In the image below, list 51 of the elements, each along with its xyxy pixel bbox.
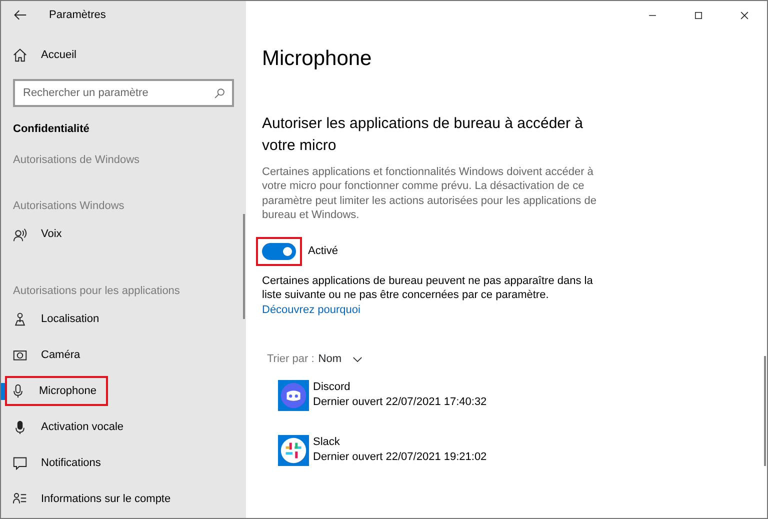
nav-label: Activation vocale (41, 420, 124, 435)
app-list-item[interactable]: Discord Dernier ouvert 22/07/2021 17:40:32 (278, 380, 767, 410)
sidebar-nav-item[interactable]: Activation vocale (1, 409, 246, 445)
voice-icon (13, 228, 27, 242)
hash-logo-icon (278, 434, 309, 466)
home-icon (13, 48, 27, 62)
sidebar-nav-item[interactable]: Localisation (1, 301, 246, 337)
section-title: Autoriser les applications de bureau à accéder à votre micro (262, 114, 584, 156)
category-heading: Confidentialité (12, 122, 90, 137)
maximize-icon (692, 10, 704, 20)
microphone-icon (11, 384, 25, 398)
search-icon (214, 88, 225, 99)
sidebar-nav-item[interactable]: Informations sur le compte (1, 481, 246, 517)
section-heading: Autorisations pour les applications (12, 284, 181, 298)
scrollbar[interactable] (243, 214, 245, 319)
sidebar-nav-item[interactable]: Voix (1, 216, 246, 252)
last-opened-text: Dernier ouvert 22/07/2021 19:21:02 (313, 450, 487, 464)
app-name: Discord (313, 380, 352, 394)
sort-dropdown[interactable]: Trier par : Nom (267, 351, 362, 368)
description-text: Certaines applications et fonctionnalités Windows doivent accéder à votre micro pour fonctionner comme prévu. La désactivation de ce paramètre peut limiter les actions autorisées pour les applications de bureau et Windows. (262, 164, 598, 222)
nav-label: Localisation (41, 312, 100, 327)
nav-label: Informations sur le compte (41, 492, 171, 507)
notification-icon (13, 456, 27, 470)
last-opened-text: Dernier ouvert 22/07/2021 17:40:32 (313, 394, 487, 410)
home-nav-item[interactable]: Accueil (1, 37, 246, 73)
camera-icon (13, 348, 27, 362)
app-list-item[interactable]: Slack Dernier ouvert 22/07/2021 19:21:02 (278, 434, 767, 466)
app-name: Slack (313, 434, 341, 450)
sidebar-nav-item[interactable]: Caméra (1, 337, 246, 373)
back-arrow-icon (13, 8, 27, 22)
nav-label: Caméra (41, 348, 80, 363)
chat-bubble-logo-icon (278, 380, 309, 410)
note-text: Certaines applications de bureau peuvent ne pas apparaître dans la liste suivante ou ne pas être concernées par ce paramètre. Découvrez pourquoi (262, 274, 594, 317)
search-field[interactable]: Rechercher un paramètre (13, 79, 234, 107)
learn-more-link[interactable]: Découvrez pourquoi (262, 304, 360, 316)
account-info-icon (13, 492, 27, 506)
nav-label: Voix (41, 227, 62, 242)
scrollbar[interactable] (764, 356, 766, 466)
sidebar-nav-item[interactable]: Microphone (1, 373, 246, 409)
close-icon (738, 10, 750, 20)
section-heading: Autorisations de Windows (12, 152, 141, 168)
window-title: Paramètres (49, 8, 106, 23)
toggle-label: Activé (308, 244, 338, 259)
nav-label: Notifications (41, 456, 101, 471)
section-heading: Autorisations Windows (12, 199, 126, 214)
toggle-switch[interactable] (262, 242, 296, 260)
sidebar-nav-item[interactable]: Notifications (1, 445, 246, 481)
microphone-icon (13, 420, 27, 434)
nav-label: Microphone (39, 384, 96, 399)
page-title: Microphone (262, 46, 373, 72)
location-icon (13, 312, 27, 326)
